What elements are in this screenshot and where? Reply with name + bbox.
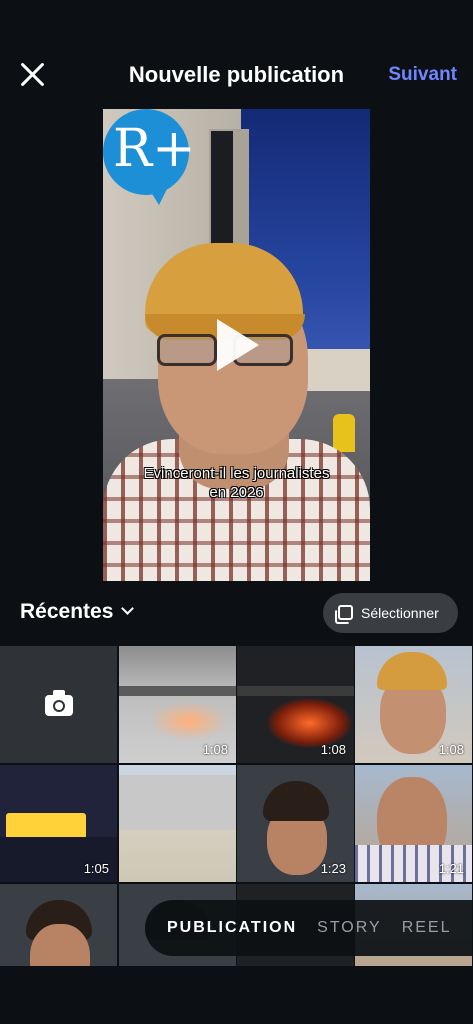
thumb-toolbar bbox=[119, 686, 236, 696]
mode-publication[interactable]: PUBLICATION bbox=[167, 919, 297, 937]
album-label: Récentes bbox=[20, 600, 114, 623]
preview-glasses-left bbox=[157, 334, 217, 366]
media-thumbnail[interactable]: 1:21 bbox=[355, 765, 472, 882]
chevron-down-icon bbox=[121, 602, 135, 615]
channel-logo-tail bbox=[149, 189, 167, 205]
video-duration: 1:05 bbox=[83, 861, 109, 876]
next-button[interactable]: Suivant bbox=[388, 64, 457, 86]
play-icon[interactable] bbox=[217, 319, 259, 371]
thumb-graphic bbox=[267, 698, 352, 748]
video-caption-line-2: en 2026 bbox=[209, 484, 264, 501]
select-multiple-label: Sélectionner bbox=[361, 605, 439, 621]
media-thumbnail[interactable] bbox=[119, 765, 236, 882]
select-multiple-button[interactable]: Sélectionner bbox=[323, 593, 458, 633]
mode-switcher: PUBLICATION STORY REEL bbox=[145, 900, 473, 956]
channel-logo-text: R+ bbox=[113, 119, 196, 179]
media-thumbnail[interactable]: 1:23 bbox=[237, 765, 354, 882]
album-selector[interactable]: Récentes bbox=[20, 600, 135, 624]
thumb-fence bbox=[119, 775, 236, 830]
video-caption-line-1: Evinceront-il les journalistes bbox=[143, 465, 330, 482]
video-duration: 1:21 bbox=[438, 861, 464, 876]
video-duration: 1:08 bbox=[202, 742, 228, 757]
video-caption: Evinceront-il les journalistes en 2026 bbox=[123, 464, 350, 502]
mode-story[interactable]: STORY bbox=[317, 919, 382, 937]
media-thumbnail[interactable]: 1:08 bbox=[237, 646, 354, 763]
preview-shop bbox=[300, 349, 370, 391]
media-thumbnail[interactable]: 1:05 bbox=[0, 765, 117, 882]
video-duration: 1:08 bbox=[438, 742, 464, 757]
media-thumbnail[interactable] bbox=[0, 884, 117, 966]
video-duration: 1:08 bbox=[320, 742, 346, 757]
video-duration: 1:23 bbox=[320, 861, 346, 876]
thumb-toolbar bbox=[237, 686, 354, 696]
mode-reel[interactable]: REEL bbox=[402, 919, 452, 937]
media-thumbnail[interactable]: 1:08 bbox=[119, 646, 236, 763]
thumb-graphic bbox=[149, 701, 229, 741]
multi-select-icon bbox=[335, 605, 353, 624]
thumb-cap bbox=[377, 652, 447, 690]
preview-bollard bbox=[333, 414, 355, 452]
channel-logo: R+ bbox=[103, 109, 196, 195]
thumb-hair bbox=[263, 781, 329, 821]
camera-tile[interactable] bbox=[0, 646, 117, 763]
media-thumbnail[interactable]: 1:08 bbox=[355, 646, 472, 763]
preview-sign bbox=[211, 131, 233, 251]
top-bar: Nouvelle publication Suivant bbox=[0, 44, 473, 104]
thumb-headline bbox=[6, 813, 86, 839]
camera-icon bbox=[45, 690, 73, 716]
media-preview[interactable]: R+ Evinceront-il les journalistes en 202… bbox=[103, 109, 370, 581]
